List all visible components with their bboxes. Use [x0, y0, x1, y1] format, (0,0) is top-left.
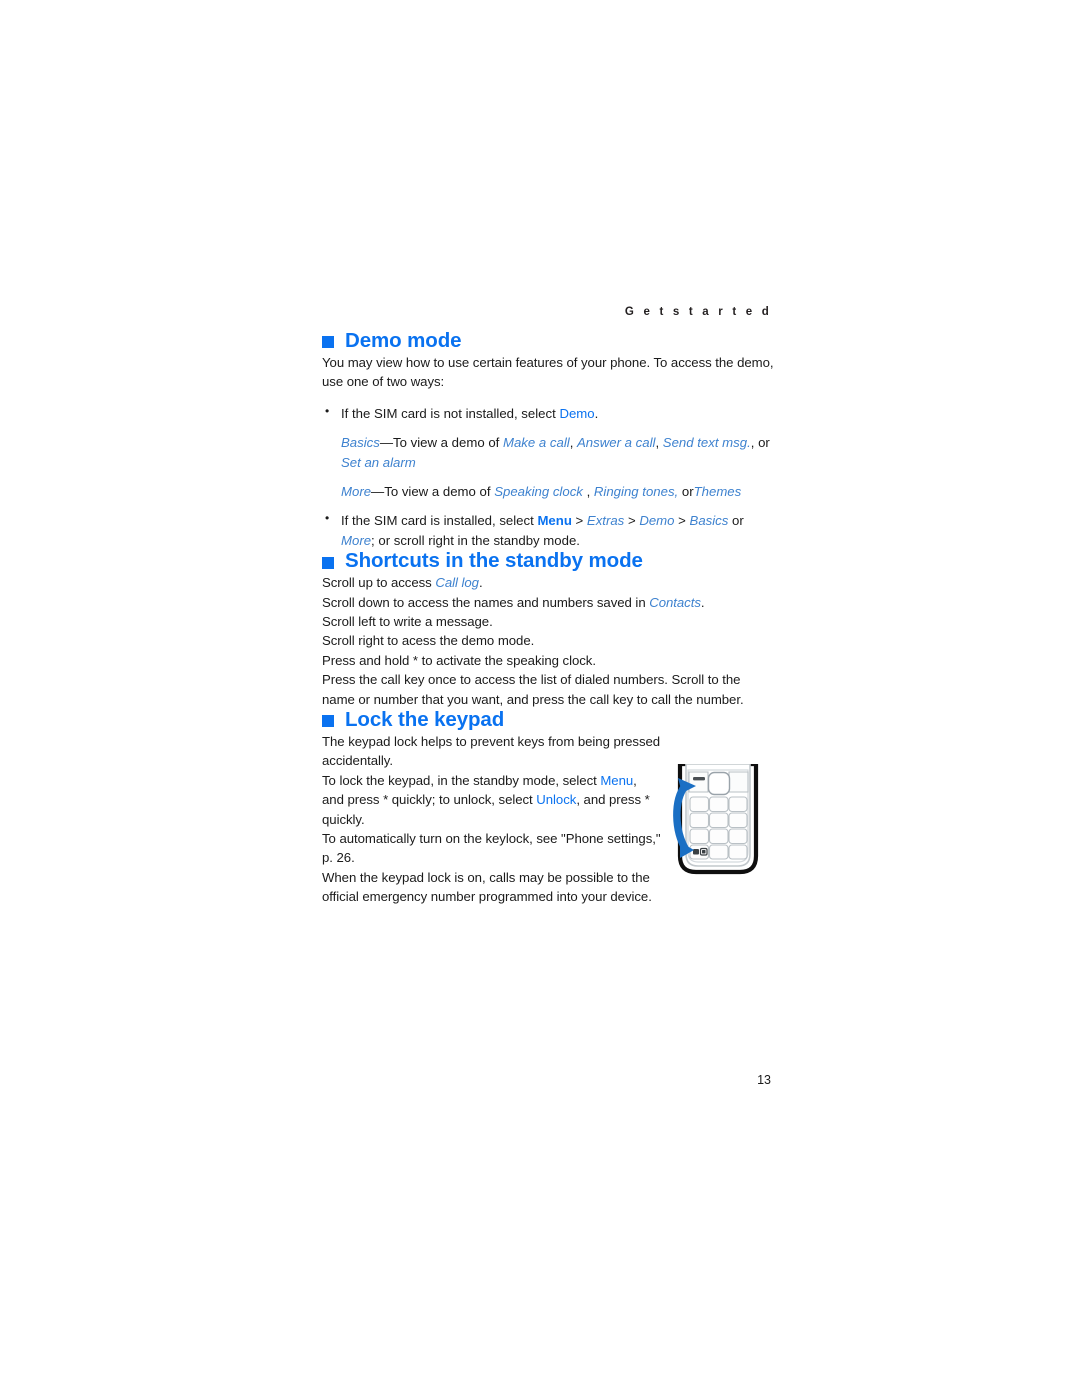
shortcut-line: Scroll left to write a message.: [322, 613, 493, 629]
gt-sep: >: [571, 513, 587, 529]
line-pre: Scroll down to access the names and numb…: [322, 594, 650, 610]
bullet2-tail: ; or scroll right in the standby mode.: [371, 532, 580, 548]
unlock-link[interactable]: Unlock: [536, 792, 576, 807]
or-word: or: [678, 483, 694, 499]
demo-intro-paragraph: You may view how to use certain features…: [322, 354, 774, 390]
demo-item-set-an-alarm[interactable]: Set an alarm: [341, 455, 416, 470]
para2-pre: To lock the keypad, in the standby mode,…: [322, 772, 601, 788]
line-post: .: [700, 594, 705, 610]
section-heading-lock-the-keypad: Lock the keypad: [322, 708, 774, 732]
line-post: .: [478, 575, 483, 591]
phone-keypad-illustration: [664, 764, 770, 884]
shortcut-line: Scroll up to access Call log.: [322, 573, 774, 592]
sep: ,: [569, 435, 578, 451]
basics-label[interactable]: Basics: [341, 435, 380, 450]
demo-item-make-a-call[interactable]: Make a call: [503, 435, 570, 450]
shortcut-line: Scroll right to acess the demo mode.: [322, 633, 535, 649]
contacts-link[interactable]: Contacts: [649, 595, 701, 610]
square-bullet-icon: [322, 715, 334, 728]
heading-text: Demo mode: [345, 329, 462, 352]
demo-item-speaking-clock[interactable]: Speaking clock: [494, 484, 586, 499]
page-number: 13: [757, 1073, 771, 1087]
heading-text: Shortcuts in the standby mode: [345, 549, 643, 573]
demo-link-2[interactable]: Demo: [639, 513, 674, 528]
heading-text: Lock the keypad: [345, 708, 505, 731]
lock-paragraph-4: When the keypad lock is on, calls may be…: [322, 869, 652, 905]
basics-demo-line: Basics—To view a demo of Make a call, An…: [322, 433, 774, 472]
shortcut-line: Scroll down to access the names and numb…: [322, 593, 774, 612]
shortcut-line: Press the call key once to access the li…: [322, 672, 744, 707]
list-item: If the SIM card is installed, select Men…: [322, 510, 774, 550]
shortcut-line: Press and hold * to activate the speakin…: [322, 652, 596, 668]
demo-item-send-text-msg[interactable]: Send text msg.: [663, 435, 751, 450]
basics-link-2[interactable]: Basics: [690, 513, 729, 528]
basics-dash: —To view a demo of: [379, 435, 503, 451]
bullet2-lead: If the SIM card is installed, select: [341, 513, 538, 529]
call-log-link[interactable]: Call log: [435, 575, 479, 590]
sep: ,: [750, 435, 759, 451]
lock-body-column: The keypad lock helps to prevent keys fr…: [322, 732, 662, 907]
section-heading-shortcuts: Shortcuts in the standby mode: [322, 549, 774, 573]
sep: ,: [586, 483, 594, 499]
bullet1-lead: If the SIM card is not installed, select: [341, 405, 560, 421]
demo-item-themes[interactable]: Themes: [694, 484, 742, 499]
gt-sep: >: [674, 513, 690, 529]
running-header: G e t s t a r t e d: [624, 306, 772, 318]
more-demo-line: More—To view a demo of Speaking clock , …: [322, 482, 774, 501]
lock-paragraph-1: The keypad lock helps to prevent keys fr…: [322, 733, 661, 769]
gt-sep: >: [624, 513, 640, 529]
demo-item-answer-a-call[interactable]: Answer a call: [577, 435, 655, 450]
more-dash: —To view a demo of: [371, 483, 495, 499]
list-item: If the SIM card is not installed, select…: [322, 403, 774, 423]
lock-paragraph-2: To lock the keypad, in the standby mode,…: [322, 771, 662, 829]
or-word: or: [728, 513, 744, 529]
sep: ,: [655, 435, 663, 451]
line-pre: Scroll up to access: [322, 575, 436, 591]
more-link-2[interactable]: More: [341, 533, 371, 548]
square-bullet-icon: [322, 336, 334, 349]
menu-link[interactable]: Menu: [537, 513, 571, 528]
section-heading-demo-mode: Demo mode: [322, 329, 774, 353]
demo-item-ringing-tones[interactable]: Ringing tones,: [594, 484, 678, 499]
extras-link[interactable]: Extras: [587, 513, 624, 528]
demo-bullet-list: If the SIM card is not installed, select…: [322, 403, 774, 550]
manual-page: G e t s t a r t e d Demo mode You may vi…: [0, 0, 1080, 1397]
more-label[interactable]: More: [341, 484, 371, 499]
menu-link-2[interactable]: Menu: [600, 773, 633, 788]
demo-link[interactable]: Demo: [559, 406, 594, 421]
lock-paragraph-3: To automatically turn on the keylock, se…: [322, 830, 661, 866]
square-bullet-icon: [322, 556, 334, 569]
or-word: or: [758, 435, 770, 451]
bullet1-tail: .: [594, 405, 599, 421]
